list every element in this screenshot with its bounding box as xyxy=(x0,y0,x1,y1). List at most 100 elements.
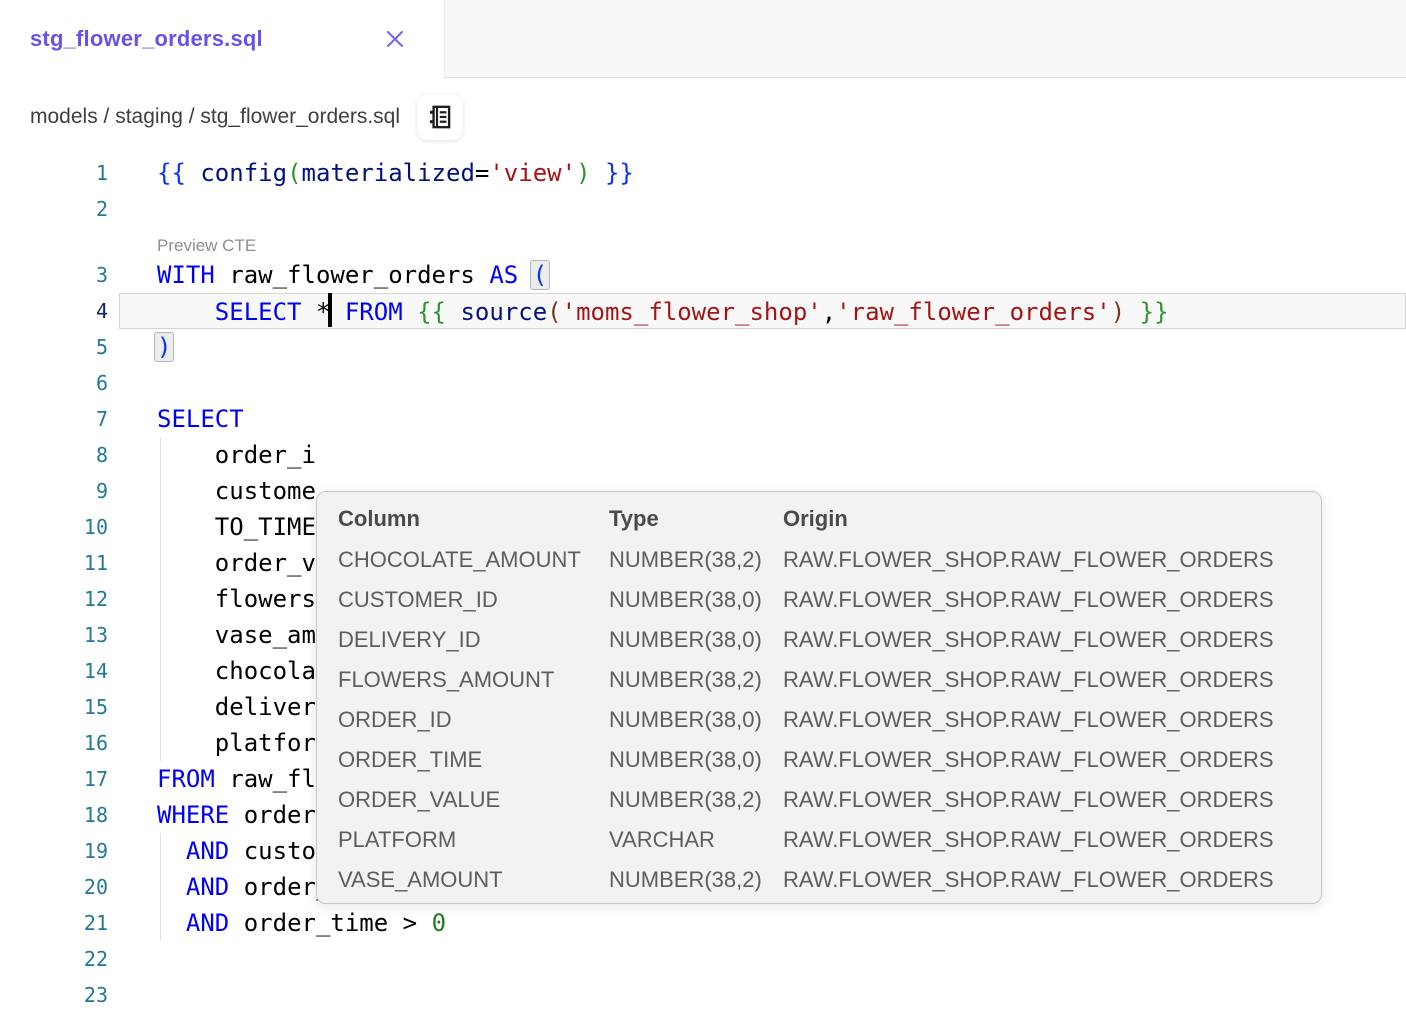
code-text: chocola xyxy=(157,653,316,689)
code-line-3[interactable]: 3WITH raw_flower_orders AS ( xyxy=(0,257,1406,293)
code-token: WHERE xyxy=(157,801,229,829)
column-metadata-table: ColumnTypeOriginCHOCOLATE_AMOUNTNUMBER(3… xyxy=(338,498,1321,900)
close-icon xyxy=(383,27,407,51)
popup-cell-column: VASE_AMOUNT xyxy=(338,860,609,900)
code-token xyxy=(157,298,215,326)
popup-cell-column: CUSTOMER_ID xyxy=(338,580,609,620)
code-text: vase_am xyxy=(157,617,316,653)
code-token: ) xyxy=(1111,298,1125,326)
popup-cell-column: CHOCOLATE_AMOUNT xyxy=(338,540,609,580)
column-metadata-popup: ColumnTypeOriginCHOCOLATE_AMOUNTNUMBER(3… xyxy=(316,491,1322,904)
code-line-21[interactable]: 21 AND order_time > 0 xyxy=(0,905,1406,941)
code-token: materialized xyxy=(302,159,475,187)
line-number: 15 xyxy=(0,689,108,725)
code-token xyxy=(157,909,186,937)
code-token: SELECT xyxy=(157,405,244,433)
code-token: FROM xyxy=(345,298,403,326)
code-text: deliver xyxy=(157,689,316,725)
code-token: deliver xyxy=(157,693,316,721)
app-window: { "tab": { "title": "stg_flower_orders.s… xyxy=(0,0,1406,994)
line-number: 9 xyxy=(0,473,108,509)
code-token: ( xyxy=(530,260,550,290)
code-token xyxy=(186,159,200,187)
popup-cell-origin: RAW.FLOWER_SHOP.RAW_FLOWER_ORDERS xyxy=(783,700,1321,740)
code-text: SELECT * FROM {{ source('moms_flower_sho… xyxy=(157,293,1169,329)
popup-cell-type: NUMBER(38,0) xyxy=(609,580,783,620)
line-number: 13 xyxy=(0,617,108,653)
code-line-4[interactable]: 4 SELECT * FROM {{ source('moms_flower_s… xyxy=(0,293,1406,329)
code-line-2[interactable]: 2 xyxy=(0,191,1406,227)
tab-close-button[interactable] xyxy=(382,26,408,52)
tab-strip-empty-area xyxy=(444,0,1406,78)
code-token: order_time xyxy=(229,909,402,937)
line-number: 12 xyxy=(0,581,108,617)
line-number: 10 xyxy=(0,509,108,545)
line-number: 2 xyxy=(0,191,108,227)
breadcrumb-row: models / staging / stg_flower_orders.sql xyxy=(0,78,1406,155)
code-token: vase_am xyxy=(157,621,316,649)
line-number: 18 xyxy=(0,797,108,833)
popup-cell-type: NUMBER(38,2) xyxy=(609,540,783,580)
popup-cell-origin: RAW.FLOWER_SHOP.RAW_FLOWER_ORDERS xyxy=(783,820,1321,860)
code-text: ) xyxy=(157,329,171,365)
notebook-outline-icon xyxy=(425,102,455,132)
code-token: {{ xyxy=(417,298,446,326)
line-number: 5 xyxy=(0,329,108,365)
line-number: 23 xyxy=(0,977,108,1013)
code-token: AND xyxy=(186,837,229,865)
line-number: 6 xyxy=(0,365,108,401)
popup-header-origin: Origin xyxy=(783,498,1321,540)
line-number: 19 xyxy=(0,833,108,869)
code-token: 'view' xyxy=(489,159,576,187)
code-token: = xyxy=(475,159,489,187)
code-editor[interactable]: 1{{ config(materialized='view') }}2Previ… xyxy=(0,155,1406,994)
code-token: TO_TIME xyxy=(157,513,316,541)
code-token: AND xyxy=(186,909,229,937)
line-number: 1 xyxy=(0,155,108,191)
code-token: order_i xyxy=(157,441,316,469)
popup-cell-origin: RAW.FLOWER_SHOP.RAW_FLOWER_ORDERS xyxy=(783,580,1321,620)
code-text: TO_TIME xyxy=(157,509,316,545)
code-line-6[interactable]: 6 xyxy=(0,365,1406,401)
popup-header-column: Column xyxy=(338,498,609,540)
code-line-23[interactable]: 23 xyxy=(0,977,1406,1013)
code-token xyxy=(417,909,431,937)
breadcrumb[interactable]: models / staging / stg_flower_orders.sql xyxy=(30,105,400,129)
popup-cell-type: NUMBER(38,0) xyxy=(609,700,783,740)
code-token: ) xyxy=(154,332,174,362)
code-token: raw_flower_orders xyxy=(215,261,490,289)
code-line-7[interactable]: 7 SELECT xyxy=(0,401,1406,437)
code-token: AND xyxy=(186,873,229,901)
popup-cell-origin: RAW.FLOWER_SHOP.RAW_FLOWER_ORDERS xyxy=(783,540,1321,580)
tab-stg-flower-orders[interactable]: stg_flower_orders.sql xyxy=(0,0,444,78)
code-token: ( xyxy=(287,159,301,187)
popup-cell-type: NUMBER(38,0) xyxy=(609,740,783,780)
code-token xyxy=(446,298,460,326)
code-line-22[interactable]: 22 xyxy=(0,941,1406,977)
line-number: 22 xyxy=(0,941,108,977)
code-token: 'moms_flower_shop' xyxy=(562,298,822,326)
lineage-panel-button[interactable] xyxy=(417,94,463,140)
code-text: WITH raw_flower_orders AS ( xyxy=(157,257,547,293)
code-line-8[interactable]: 8 order_i xyxy=(0,437,1406,473)
code-line-1[interactable]: 1{{ config(materialized='view') }} xyxy=(0,155,1406,191)
line-number: 8 xyxy=(0,437,108,473)
codelens-preview-cte[interactable]: Preview CTE xyxy=(0,227,1406,257)
code-token xyxy=(302,298,316,326)
line-number: 21 xyxy=(0,905,108,941)
code-token xyxy=(591,159,605,187)
code-token xyxy=(157,873,186,901)
code-line-5[interactable]: 5) xyxy=(0,329,1406,365)
popup-cell-type: NUMBER(38,2) xyxy=(609,860,783,900)
line-number: 11 xyxy=(0,545,108,581)
code-text: flowers xyxy=(157,581,316,617)
popup-cell-column: ORDER_TIME xyxy=(338,740,609,780)
code-token xyxy=(330,298,344,326)
code-token: flowers xyxy=(157,585,316,613)
popup-cell-origin: RAW.FLOWER_SHOP.RAW_FLOWER_ORDERS xyxy=(783,660,1321,700)
popup-cell-column: PLATFORM xyxy=(338,820,609,860)
line-number: 7 xyxy=(0,401,108,437)
popup-cell-origin: RAW.FLOWER_SHOP.RAW_FLOWER_ORDERS xyxy=(783,780,1321,820)
code-token xyxy=(1125,298,1139,326)
code-token: SELECT xyxy=(215,298,302,326)
